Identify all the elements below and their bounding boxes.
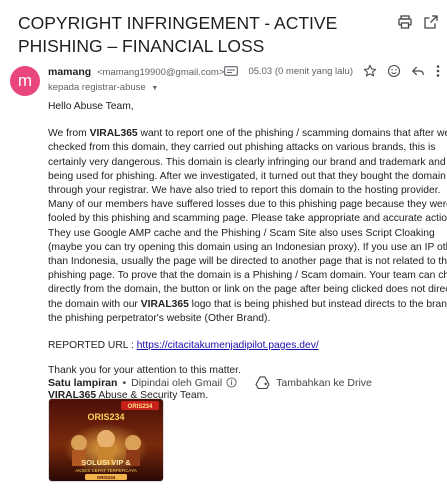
emoji-icon[interactable] <box>387 64 401 78</box>
attachment-thumbnail[interactable]: ORIS234 ORIS234 SOLUSI VIP & AKSES CEPAT… <box>48 398 164 482</box>
svg-text:SOLUSI VIP &: SOLUSI VIP & <box>81 458 131 467</box>
sender-row: mamang <mamang19900@gmail.com> <box>48 66 224 78</box>
avatar: m <box>10 66 40 96</box>
reported-url-link[interactable]: https://citacitakumenjadipilot.pages.dev… <box>137 340 319 351</box>
reported-url-line: REPORTED URL : https://citacitakumenjadi… <box>48 339 447 353</box>
greeting: Hello Abuse Team, <box>48 101 134 112</box>
sender-email: <mamang19900@gmail.com> <box>96 67 225 78</box>
reported-url-label: REPORTED URL : <box>48 340 137 352</box>
sender-name[interactable]: mamang <box>48 66 91 78</box>
attachments-header: Satu lampiran • Dipindai oleh Gmail Tamb… <box>48 376 372 389</box>
attachments-separator: • <box>122 376 127 389</box>
more-icon[interactable] <box>435 64 441 78</box>
add-to-drive-button[interactable]: Tambahkan ke Drive <box>255 376 372 389</box>
subject-actions <box>397 14 439 30</box>
add-to-drive-icon <box>255 376 270 389</box>
print-icon[interactable] <box>397 14 413 30</box>
star-icon[interactable] <box>363 64 377 78</box>
label-icon <box>224 66 239 76</box>
report-paragraph: We from VIRAL365 want to report one of t… <box>48 128 447 324</box>
recipient-label: kepada registrar-abuse <box>48 82 146 93</box>
reply-icon[interactable] <box>411 64 425 78</box>
svg-text:ORIS234: ORIS234 <box>87 412 124 422</box>
chevron-down-icon[interactable]: ▼ <box>151 85 158 92</box>
message-body: Hello Abuse Team, We from VIRAL365 want … <box>48 100 447 417</box>
info-icon[interactable] <box>226 377 237 388</box>
open-new-window-icon[interactable] <box>423 14 439 30</box>
attachments-title: Satu lampiran <box>48 376 118 389</box>
svg-text:ORIS234: ORIS234 <box>97 475 116 480</box>
message-meta: 05.03 (0 menit yang lalu) <box>224 64 441 78</box>
recipient-row[interactable]: kepada registrar-abuse ▼ <box>48 82 158 93</box>
scanned-label: Dipindai oleh Gmail <box>131 376 223 389</box>
add-to-drive-label: Tambahkan ke Drive <box>276 376 372 389</box>
brand-name: VIRAL365 <box>140 298 189 310</box>
svg-text:ORIS234: ORIS234 <box>128 404 153 410</box>
email-subject: COPYRIGHT INFRINGEMENT - ACTIVE PHISHING… <box>18 13 338 56</box>
svg-text:AKSES CEPAT TERPERCAYA: AKSES CEPAT TERPERCAYA <box>75 468 137 473</box>
brand-name: VIRAL365 <box>89 128 138 140</box>
message-time: 05.03 (0 menit yang lalu) <box>248 65 353 77</box>
